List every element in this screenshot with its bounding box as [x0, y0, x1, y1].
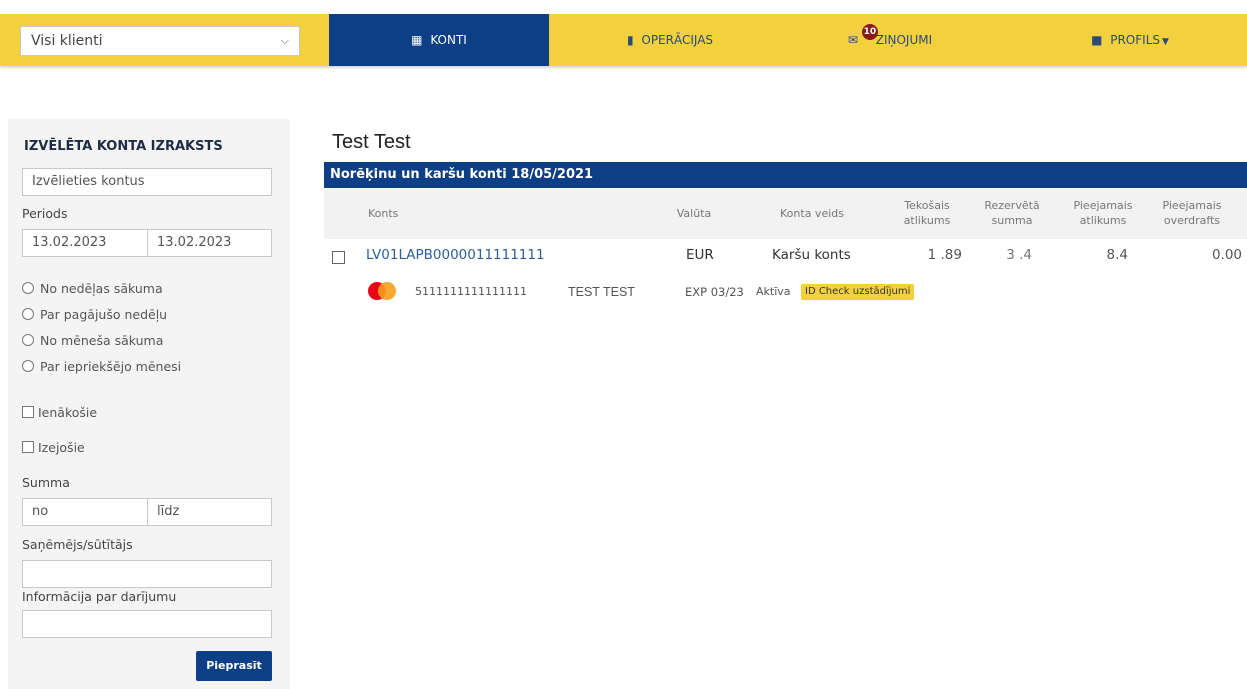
radio-circle	[22, 334, 34, 346]
currency-cell: EUR	[686, 247, 714, 263]
radio-last-month[interactable]: Par iepriekšējo mēnesi	[22, 359, 181, 374]
radio-week-start-label: No nedēļas sākuma	[40, 281, 163, 296]
accounts-table-header: Konts Valūta Konta veids Tekošais atliku…	[324, 189, 1247, 239]
date-from-input[interactable]: 13.02.2023	[22, 229, 148, 257]
nav-tab-konti[interactable]: ▦ KONTI	[329, 14, 549, 66]
radio-month-start[interactable]: No mēneša sākuma	[22, 333, 163, 348]
document-icon: ▮	[626, 33, 634, 47]
account-type-cell: Karšu konts	[772, 247, 851, 263]
radio-circle	[22, 282, 34, 294]
column-header-text: Pieejamais	[1162, 199, 1222, 212]
transaction-info-input[interactable]	[22, 610, 272, 638]
radio-circle	[22, 360, 34, 372]
statement-filter-panel: IZVĒLĒTA KONTA IZRAKSTS Izvēlieties kont…	[8, 119, 290, 689]
column-header-text: Rezervētā	[984, 199, 1040, 212]
radio-last-week-label: Par pagājušo nedēļu	[40, 307, 168, 322]
nav-tab-profils-label: PROFILS	[1110, 33, 1160, 47]
id-check-settings-link[interactable]: ID Check uzstādījumi	[801, 284, 915, 300]
checkbox-incoming[interactable]: Ienākošie	[22, 405, 97, 420]
radio-month-start-label: No mēneša sākuma	[40, 333, 164, 348]
column-header-pieejamais-atlikums: Pieejamais atlikums	[1068, 198, 1138, 228]
current-balance-cell: 1 .89	[927, 247, 962, 263]
nav-tab-operacijas-label: OPERĀCIJAS	[641, 33, 714, 47]
recipient-label: Saņēmējs/sūtītājs	[22, 537, 133, 552]
date-from-value: 13.02.2023	[32, 235, 107, 250]
column-header-text: Valūta	[676, 207, 712, 220]
checkbox-outgoing-label: Izejošie	[38, 440, 85, 455]
radio-week-start[interactable]: No nedēļas sākuma	[22, 281, 163, 296]
briefcase-icon: ■	[1091, 33, 1103, 47]
summa-label: Summa	[22, 475, 70, 490]
checkbox-outgoing[interactable]: Izejošie	[22, 440, 85, 455]
account-number-link[interactable]: LV01LAPB0000011111111	[366, 247, 545, 263]
column-header-text: atlikums	[1079, 214, 1127, 227]
column-header-text: Pieejamais	[1073, 199, 1133, 212]
column-header-konta-veids: Konta veids	[767, 206, 857, 221]
column-header-valuta: Valūta	[664, 206, 724, 221]
row-checkbox[interactable]	[332, 251, 345, 264]
column-header-text: overdrafts	[1163, 214, 1221, 227]
radio-last-week[interactable]: Par pagājušo nedēļu	[22, 307, 167, 322]
nav-tab-profils[interactable]: ■ PROFILS ▼	[1020, 14, 1240, 66]
accounts-section-header: Norēķinu un karšu konti 18/05/2021	[324, 162, 1247, 188]
top-navigation-bar: Visi klienti ⌵ ▦ KONTI ▮ OPERĀCIJAS ✉10 …	[0, 14, 1247, 66]
table-row: LV01LAPB0000011111111 EUR Karšu konts 1 …	[324, 240, 1247, 270]
mastercard-logo-icon	[368, 282, 396, 300]
summa-from-placeholder: no	[32, 504, 49, 519]
chevron-down-icon: ⌵	[280, 34, 289, 47]
date-to-value: 13.02.2023	[157, 235, 232, 250]
grid-icon: ▦	[411, 33, 423, 47]
available-overdraft-cell: 0.00	[1211, 247, 1242, 263]
checkbox-box	[22, 406, 34, 418]
nav-tab-konti-label: KONTI	[430, 33, 467, 47]
page-title: Test Test	[332, 131, 411, 153]
column-header-text: Konta veids	[780, 207, 844, 220]
notification-count-badge: 10	[861, 24, 878, 40]
column-header-rezerveta: Rezervētā summa	[977, 198, 1047, 228]
checkbox-incoming-label: Ienākošie	[38, 405, 98, 420]
nav-tab-zinojumi-label: ZIŅOJUMI	[875, 33, 933, 47]
available-balance-cell: 8.4	[1106, 247, 1128, 263]
checkbox-box	[22, 441, 34, 453]
card-row: 5111111111111111 TEST TEST EXP 03/23 Akt…	[324, 278, 1247, 306]
card-expiry: EXP 03/23	[685, 285, 744, 299]
summa-to-placeholder: līdz	[157, 504, 180, 519]
summa-from-input[interactable]: no	[22, 498, 148, 526]
column-header-text: atlikums	[903, 214, 951, 227]
date-to-input[interactable]: 13.02.2023	[147, 229, 272, 257]
nav-tab-zinojumi[interactable]: ✉10 ZIŅOJUMI	[780, 14, 1000, 66]
column-header-konts: Konts	[368, 206, 428, 221]
card-number: 5111111111111111	[415, 285, 527, 298]
client-select[interactable]: Visi klienti ⌵	[20, 26, 300, 56]
column-header-text: Konts	[368, 207, 399, 220]
account-select-placeholder: Izvēlieties kontus	[32, 174, 145, 189]
account-select-input[interactable]: Izvēlieties kontus	[22, 168, 272, 196]
panel-title: IZVĒLĒTA KONTA IZRAKSTS	[24, 139, 223, 154]
reserved-amount-cell: 3 .4	[1006, 247, 1032, 263]
summa-to-input[interactable]: līdz	[147, 498, 272, 526]
recipient-input[interactable]	[22, 560, 272, 588]
caret-down-icon: ▼	[1162, 37, 1169, 47]
column-header-pieejamais-overdrafts: Pieejamais overdrafts	[1154, 198, 1230, 228]
column-header-text: Tekošais	[904, 199, 950, 212]
submit-button[interactable]: Pieprasīt	[196, 651, 272, 681]
card-status: Aktīva	[756, 285, 791, 298]
column-header-text: summa	[991, 214, 1033, 227]
period-label: Periods	[22, 206, 68, 221]
nav-tab-operacijas[interactable]: ▮ OPERĀCIJAS	[560, 14, 780, 66]
radio-last-month-label: Par iepriekšējo mēnesi	[40, 359, 182, 374]
transaction-info-label: Informācija par darījumu	[22, 589, 177, 604]
column-header-tekosais: Tekošais atlikums	[892, 198, 962, 228]
envelope-icon: ✉	[847, 33, 858, 47]
radio-circle	[22, 308, 34, 320]
card-holder: TEST TEST	[568, 285, 635, 299]
client-select-value: Visi klienti	[31, 33, 103, 49]
